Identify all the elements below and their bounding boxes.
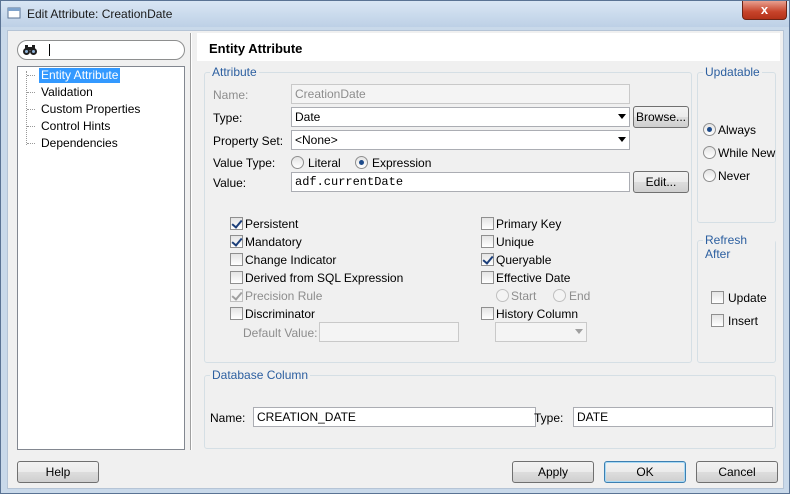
literal-label[interactable]: Literal: [308, 156, 341, 170]
attribute-group: Attribute Name: CreationDate Type: Date …: [204, 65, 692, 363]
value-label: Value:: [213, 176, 247, 190]
tree-item-entity-attribute[interactable]: Entity Attribute: [39, 68, 121, 83]
effective-date-checkbox[interactable]: [481, 271, 494, 284]
title-bar[interactable]: Edit Attribute: CreationDate x: [1, 1, 789, 27]
literal-radio[interactable]: [291, 156, 304, 169]
dialog-window: Edit Attribute: CreationDate x Entity At…: [0, 0, 790, 494]
never-label[interactable]: Never: [718, 169, 750, 183]
db-type-label: Type:: [534, 411, 564, 425]
derived-sql-checkbox[interactable]: [230, 271, 243, 284]
page-title: Entity Attribute: [209, 41, 303, 56]
browse-button[interactable]: Browse...: [633, 106, 689, 128]
start-radio[interactable]: [496, 289, 509, 302]
type-select[interactable]: Date: [291, 107, 630, 127]
queryable-label[interactable]: Queryable: [496, 253, 551, 267]
name-field[interactable]: CreationDate: [291, 84, 630, 104]
precision-rule-label[interactable]: Precision Rule: [245, 289, 322, 303]
change-indicator-label[interactable]: Change Indicator: [245, 253, 336, 267]
tree-item-dependencies[interactable]: Dependencies: [39, 136, 120, 151]
tree-connector: [27, 126, 35, 127]
page-header: Entity Attribute: [197, 33, 780, 61]
update-checkbox[interactable]: [711, 291, 724, 304]
mandatory-label[interactable]: Mandatory: [245, 235, 302, 249]
precision-rule-checkbox[interactable]: [230, 289, 243, 302]
tree-connector: [27, 92, 35, 93]
search-input[interactable]: [17, 40, 185, 60]
insert-label[interactable]: Insert: [728, 314, 758, 328]
persistent-label[interactable]: Persistent: [245, 217, 298, 231]
update-label[interactable]: Update: [728, 291, 767, 305]
value-field[interactable]: adf.currentDate: [291, 172, 630, 192]
database-column-legend: Database Column: [210, 368, 311, 382]
type-label: Type:: [213, 111, 243, 125]
cancel-button[interactable]: Cancel: [696, 461, 778, 483]
db-name-label: Name:: [210, 411, 246, 425]
while-new-radio[interactable]: [703, 146, 716, 159]
refresh-after-group: Refresh After Update Insert: [697, 233, 776, 363]
discriminator-checkbox[interactable]: [230, 307, 243, 320]
chevron-down-icon: [618, 137, 626, 142]
value-type-label: Value Type:: [213, 156, 276, 170]
updatable-legend: Updatable: [703, 65, 762, 79]
tree-connector: [26, 71, 27, 145]
mandatory-checkbox[interactable]: [230, 235, 243, 248]
expression-label[interactable]: Expression: [372, 156, 431, 170]
property-set-label: Property Set:: [213, 134, 284, 148]
while-new-label[interactable]: While New: [718, 146, 775, 160]
end-radio[interactable]: [553, 289, 566, 302]
tree-connector: [27, 75, 35, 76]
db-name-field[interactable]: CREATION_DATE: [253, 407, 536, 427]
always-radio[interactable]: [703, 123, 716, 136]
attribute-legend: Attribute: [210, 65, 259, 79]
updatable-group: Updatable Always While New Never: [697, 65, 776, 223]
end-label[interactable]: End: [569, 289, 590, 303]
close-button[interactable]: x: [742, 1, 787, 20]
start-label[interactable]: Start: [511, 289, 536, 303]
tree-item-control-hints[interactable]: Control Hints: [39, 119, 112, 134]
primary-key-label[interactable]: Primary Key: [496, 217, 561, 231]
name-label: Name:: [213, 88, 249, 102]
text-cursor: [49, 44, 50, 56]
expression-radio[interactable]: [355, 156, 368, 169]
insert-checkbox[interactable]: [711, 314, 724, 327]
splitter[interactable]: [190, 33, 192, 450]
property-set-value: <None>: [295, 133, 338, 147]
chevron-down-icon: [618, 114, 626, 119]
history-column-label[interactable]: History Column: [496, 307, 578, 321]
app-icon: [7, 7, 21, 19]
history-column-select[interactable]: [495, 322, 587, 342]
refresh-after-legend: Refresh After: [703, 233, 775, 261]
tree-connector: [27, 143, 35, 144]
navigation-tree[interactable]: Entity Attribute Validation Custom Prope…: [17, 66, 185, 450]
effective-date-label[interactable]: Effective Date: [496, 271, 570, 285]
property-set-select[interactable]: <None>: [291, 130, 630, 150]
default-value-field[interactable]: [319, 322, 459, 342]
database-column-group: Database Column Name: CREATION_DATE Type…: [204, 368, 776, 449]
unique-label[interactable]: Unique: [496, 235, 534, 249]
binoculars-icon: [23, 45, 37, 55]
tree-item-validation[interactable]: Validation: [39, 85, 95, 100]
tree-connector: [27, 109, 35, 110]
history-column-checkbox[interactable]: [481, 307, 494, 320]
always-label[interactable]: Always: [718, 123, 756, 137]
change-indicator-checkbox[interactable]: [230, 253, 243, 266]
help-button[interactable]: Help: [17, 461, 99, 483]
ok-button[interactable]: OK: [604, 461, 686, 483]
discriminator-label[interactable]: Discriminator: [245, 307, 315, 321]
primary-key-checkbox[interactable]: [481, 217, 494, 230]
apply-button[interactable]: Apply: [512, 461, 594, 483]
window-title: Edit Attribute: CreationDate: [27, 7, 173, 21]
persistent-checkbox[interactable]: [230, 217, 243, 230]
tree-item-custom-properties[interactable]: Custom Properties: [39, 102, 142, 117]
edit-button[interactable]: Edit...: [633, 171, 689, 193]
default-value-label: Default Value:: [243, 326, 318, 340]
dialog-client: Entity Attribute Validation Custom Prope…: [7, 30, 784, 489]
unique-checkbox[interactable]: [481, 235, 494, 248]
chevron-down-icon: [575, 329, 583, 334]
db-type-field[interactable]: DATE: [573, 407, 773, 427]
never-radio[interactable]: [703, 169, 716, 182]
queryable-checkbox[interactable]: [481, 253, 494, 266]
derived-sql-label[interactable]: Derived from SQL Expression: [245, 271, 403, 285]
type-value: Date: [295, 110, 321, 124]
